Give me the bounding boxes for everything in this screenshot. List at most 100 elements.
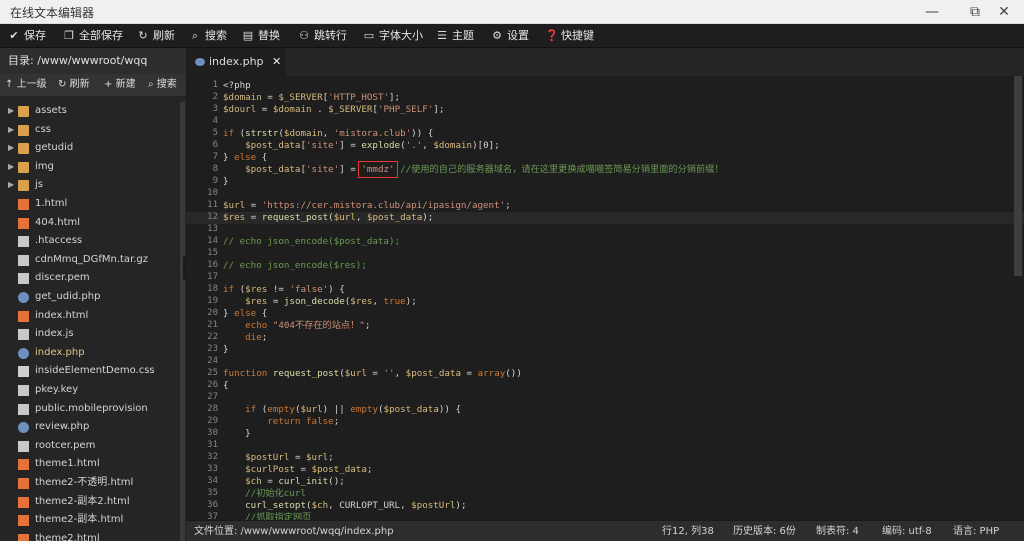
minimize-button[interactable]: — bbox=[912, 0, 952, 24]
code-line[interactable]: $post_data['site'] = explode('.', $domai… bbox=[223, 140, 500, 152]
code-line[interactable]: $res = json_decode($res, true); bbox=[223, 296, 417, 308]
file-item[interactable]: 1.html bbox=[0, 195, 180, 214]
code-line[interactable]: function request_post($url = '', $post_d… bbox=[223, 368, 522, 380]
sidebar-search-button[interactable]: ⌕ 搜索 bbox=[148, 74, 177, 96]
close-tab-button[interactable]: ✕ bbox=[272, 48, 281, 76]
code-line[interactable]: //初始化curl bbox=[223, 488, 306, 500]
language-mode[interactable]: 语言: PHP bbox=[953, 521, 999, 541]
file-item[interactable]: theme2-副本2.html bbox=[0, 493, 180, 512]
file-item[interactable]: public.mobileprovision bbox=[0, 400, 180, 419]
code-line[interactable]: $domain = $_SERVER['HTTP_HOST']; bbox=[223, 92, 400, 104]
tab-size[interactable]: 制表符: 4 bbox=[816, 521, 859, 541]
expand-arrow-icon[interactable]: ▶ bbox=[8, 121, 14, 140]
code-line[interactable]: //抓取指定网页 bbox=[223, 512, 311, 520]
file-item[interactable]: rootcer.pem bbox=[0, 437, 180, 456]
code-line[interactable]: // echo json_encode($res); bbox=[223, 260, 367, 272]
code-line[interactable]: $url = 'https://cer.mistora.club/api/ipa… bbox=[223, 200, 511, 212]
file-name: theme2-不透明.html bbox=[35, 477, 134, 488]
file-name: js bbox=[35, 179, 43, 191]
settings-button[interactable]: ⚙ 设置 bbox=[491, 24, 529, 48]
file-item[interactable]: pkey.key bbox=[0, 381, 180, 400]
code-line[interactable]: { bbox=[223, 380, 229, 392]
shortcuts-button[interactable]: ❓ 快捷键 bbox=[545, 24, 594, 48]
close-window-button[interactable]: ✕ bbox=[984, 0, 1024, 24]
code-line[interactable]: if ($res != 'false') { bbox=[223, 284, 345, 296]
code-line[interactable]: return false; bbox=[223, 416, 339, 428]
code-line[interactable]: $dourl = $domain . $_SERVER['PHP_SELF']; bbox=[223, 104, 444, 116]
file-name: assets bbox=[35, 105, 67, 116]
file-item[interactable]: cdnMmq_DGfMn.tar.gz bbox=[0, 251, 180, 270]
code-line[interactable]: curl_setopt($ch, CURLOPT_URL, $postUrl); bbox=[223, 500, 466, 512]
php-icon bbox=[18, 422, 29, 434]
parent-dir-button[interactable]: ↑ 上一级 bbox=[5, 74, 47, 96]
file-item[interactable]: 404.html bbox=[0, 214, 180, 233]
file-item[interactable]: theme2-不透明.html bbox=[0, 474, 180, 493]
directory-path: 目录: /www/wwwroot/wqq bbox=[0, 48, 186, 74]
file-item[interactable]: theme2.html bbox=[0, 530, 180, 541]
folder-item[interactable]: ▶ css bbox=[0, 121, 180, 140]
code-line[interactable]: $post_data['site'] = 'mmdz' //使用的自己的服务器域… bbox=[223, 161, 724, 178]
file-name: theme2.html bbox=[35, 532, 100, 541]
encoding[interactable]: 编码: utf-8 bbox=[882, 521, 932, 541]
folder-item[interactable]: ▶ getudid bbox=[0, 139, 180, 158]
code-line[interactable]: // echo json_encode($post_data); bbox=[223, 236, 400, 248]
file-item[interactable]: review.php bbox=[0, 418, 180, 437]
code-line[interactable]: } bbox=[223, 344, 229, 356]
code-line[interactable]: } bbox=[223, 428, 251, 440]
sidebar-refresh-button[interactable]: ↻ 刷新 bbox=[58, 74, 90, 96]
code-line[interactable]: } else { bbox=[223, 152, 267, 164]
code-line[interactable]: } bbox=[223, 176, 229, 188]
code-line[interactable]: $res = request_post($url, $post_data); bbox=[223, 212, 433, 224]
code-editor[interactable]: 1 2 3 4 5 6 7 8 9 10 11 12 13 14 15 16 17 18 19 20 21 22 23 24 2… bbox=[186, 76, 1024, 520]
save-all-button[interactable]: ❐ 全部保存 bbox=[63, 24, 123, 48]
code-line[interactable]: <?php bbox=[223, 80, 251, 92]
folder-item[interactable]: ▶ assets bbox=[0, 102, 180, 121]
file-item[interactable]: index.js bbox=[0, 325, 180, 344]
file-item[interactable]: theme2-副本.html bbox=[0, 511, 180, 530]
file-item[interactable]: discer.pem bbox=[0, 269, 180, 288]
new-file-button[interactable]: + 新建 bbox=[104, 74, 136, 96]
sidebar-scrollbar[interactable] bbox=[180, 102, 185, 541]
file-item[interactable]: index.html bbox=[0, 307, 180, 326]
code-line[interactable]: $ch = curl_init(); bbox=[223, 476, 345, 488]
file-name: img bbox=[35, 160, 54, 172]
expand-arrow-icon[interactable]: ▶ bbox=[8, 176, 14, 195]
line-number: 6 bbox=[212, 140, 218, 150]
file-item[interactable]: theme1.html bbox=[0, 455, 180, 474]
line-number: 14 bbox=[207, 236, 218, 246]
code-line[interactable]: $curlPost = $post_data; bbox=[223, 464, 372, 476]
file-name: 1.html bbox=[35, 198, 68, 209]
code-line[interactable]: if (strstr($domain, 'mistora.club')) { bbox=[223, 128, 433, 140]
expand-arrow-icon[interactable]: ▶ bbox=[8, 158, 14, 177]
file-item[interactable]: .htaccess bbox=[0, 232, 180, 251]
folder-item[interactable]: ▶ js bbox=[0, 176, 180, 195]
person-icon: ⚇ bbox=[299, 29, 309, 42]
file-item[interactable]: insideElementDemo.css bbox=[0, 362, 180, 381]
replace-button[interactable]: ▤ 替换 bbox=[242, 24, 280, 48]
file-item[interactable]: get_udid.php bbox=[0, 288, 180, 307]
line-number: 10 bbox=[207, 188, 218, 198]
expand-arrow-icon[interactable]: ▶ bbox=[8, 102, 14, 121]
file-item[interactable]: index.php bbox=[0, 344, 180, 363]
theme-button[interactable]: ☰ 主题 bbox=[436, 24, 474, 48]
refresh-button[interactable]: ↻ 刷新 bbox=[137, 24, 175, 48]
code-line[interactable]: echo "404不存在的站点！"; bbox=[223, 320, 370, 332]
doc-icon bbox=[18, 403, 29, 415]
search-button[interactable]: ⌕ 搜索 bbox=[189, 24, 227, 48]
folder-item[interactable]: ▶ img bbox=[0, 158, 180, 177]
expand-arrow-icon[interactable]: ▶ bbox=[8, 139, 14, 158]
save-button[interactable]: ✔ 保存 bbox=[8, 24, 46, 48]
editor-scrollbar[interactable] bbox=[1014, 76, 1022, 276]
tab-index-php[interactable]: index.php ✕ bbox=[186, 48, 286, 76]
title-bar: 在线文本编辑器 — ⧉ ✕ bbox=[0, 0, 1024, 24]
code-line[interactable]: $postUrl = $url; bbox=[223, 452, 334, 464]
goto-line-button[interactable]: ⚇ 跳转行 bbox=[298, 24, 347, 48]
font-size-button[interactable]: ▭ 字体大小 bbox=[363, 24, 423, 48]
doc-icon bbox=[18, 440, 29, 452]
history-versions[interactable]: 历史版本: 6份 bbox=[733, 521, 796, 541]
code-line[interactable]: if (empty($url) || empty($post_data)) { bbox=[223, 404, 461, 416]
code-line[interactable]: } else { bbox=[223, 308, 267, 320]
doc-icon bbox=[18, 329, 29, 341]
code-line[interactable]: die; bbox=[223, 332, 267, 344]
doc-icon bbox=[18, 254, 29, 266]
